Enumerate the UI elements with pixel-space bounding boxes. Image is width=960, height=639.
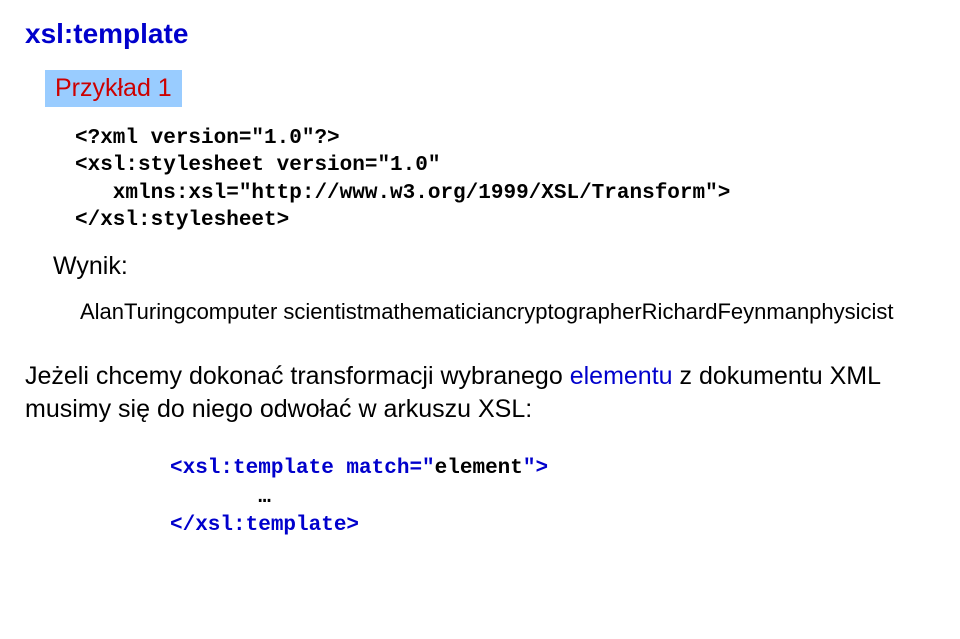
result-label: Wynik: [53, 252, 935, 281]
snippet-open-tag: <xsl:template match=" [170, 457, 435, 480]
example-label: Przykład 1 [45, 70, 182, 107]
xsl-template-snippet: <xsl:template match="element"> … </xsl:t… [170, 455, 935, 540]
page-title: xsl:template [25, 18, 935, 50]
snippet-ellipsis: … [170, 486, 271, 509]
xml-code-block: <?xml version="1.0"?> <xsl:stylesheet ve… [75, 125, 935, 234]
paragraph-part1: Jeżeli chcemy dokonać transformacji wybr… [25, 362, 570, 390]
snippet-match-value: element [435, 457, 523, 480]
result-text: AlanTuringcomputer scientistmathematicia… [80, 299, 935, 325]
paragraph-element: elementu [570, 362, 673, 390]
code-line-3: xmlns:xsl="http://www.w3.org/1999/XSL/Tr… [75, 182, 730, 205]
snippet-open-tag-end: "> [523, 457, 548, 480]
code-line-1: <?xml version="1.0"?> [75, 127, 340, 150]
explanation-paragraph: Jeżeli chcemy dokonać transformacji wybr… [25, 360, 935, 425]
snippet-close-tag: </xsl:template> [170, 514, 359, 537]
code-line-4: </xsl:stylesheet> [75, 209, 289, 232]
code-line-2: <xsl:stylesheet version="1.0" [75, 154, 440, 177]
